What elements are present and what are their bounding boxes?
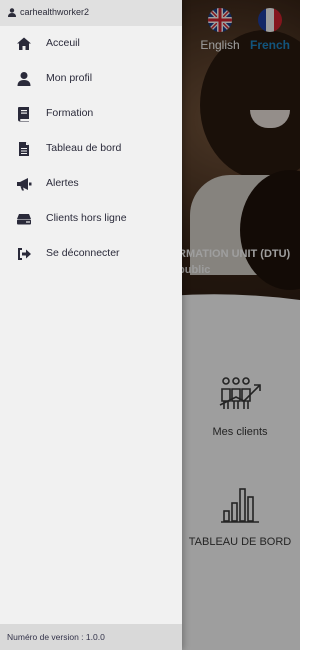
- menu-item-label: Formation: [46, 107, 94, 119]
- megaphone-icon: [17, 178, 32, 191]
- username: carhealthworker2: [20, 7, 90, 17]
- menu-item-label: Mon profil: [46, 72, 93, 84]
- menu-item-training[interactable]: Formation: [0, 96, 182, 131]
- user-icon: [8, 8, 16, 17]
- menu-item-home[interactable]: Acceuil: [0, 26, 182, 61]
- home-icon: [17, 37, 31, 50]
- menu-item-offline-clients[interactable]: Clients hors ligne: [0, 201, 182, 236]
- menu-item-logout[interactable]: Se déconnecter: [0, 236, 182, 271]
- sign-out-icon: [18, 248, 31, 260]
- menu-item-profile[interactable]: Mon profil: [0, 61, 182, 96]
- menu-item-label: Se déconnecter: [46, 247, 120, 259]
- menu-item-dashboard[interactable]: Tableau de bord: [0, 131, 182, 166]
- menu-item-label: Clients hors ligne: [46, 212, 127, 224]
- drawer-footer: Numéro de version : 1.0.0: [0, 624, 182, 650]
- version-number: Numéro de version : 1.0.0: [7, 632, 105, 642]
- user-icon: [17, 72, 31, 86]
- hard-drive-icon: [17, 214, 31, 225]
- drawer-menu: Acceuil Mon profil Formation Tableau de …: [0, 26, 182, 271]
- navigation-drawer: carhealthworker2 Acceuil Mon profil Form…: [0, 0, 182, 650]
- drawer-header: carhealthworker2: [0, 0, 182, 26]
- menu-item-label: Alertes: [46, 177, 79, 189]
- book-icon: [18, 107, 29, 122]
- menu-item-label: Tableau de bord: [46, 142, 122, 154]
- menu-item-alerts[interactable]: Alertes: [0, 166, 182, 201]
- document-icon: [19, 142, 29, 156]
- menu-item-label: Acceuil: [46, 37, 80, 49]
